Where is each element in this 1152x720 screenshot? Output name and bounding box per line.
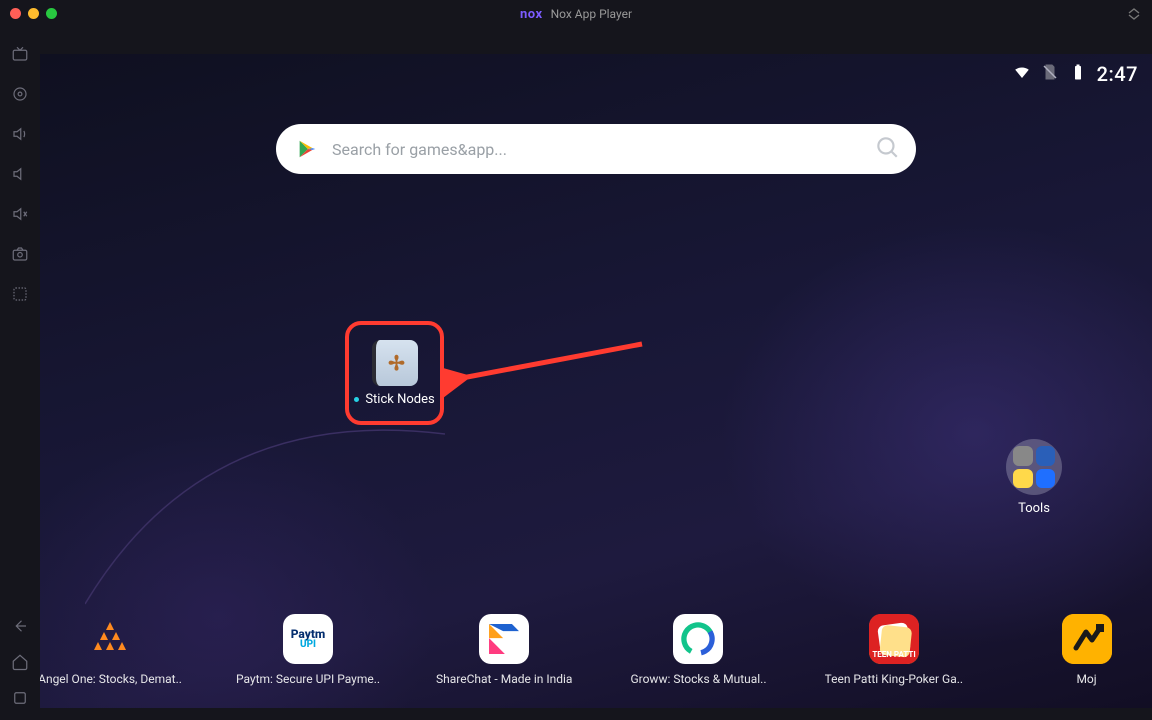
android-home-screen[interactable]: 2:47 ✢ Stick Nodes [40,54,1152,708]
dock-app-groww[interactable]: Groww: Stocks & Mutual.. [630,614,766,686]
tv-icon[interactable] [10,44,30,64]
dock-label: Groww: Stocks & Mutual.. [630,672,766,686]
minimize-window-button[interactable] [28,8,39,19]
back-icon[interactable] [10,616,30,636]
folder-label: Tools [1018,501,1050,516]
titlebar: nox Nox App Player [0,0,1152,28]
teen-patti-icon: TEEN PATTI [869,614,919,664]
moj-icon [1062,614,1112,664]
close-window-button[interactable] [10,8,21,19]
dock-app-paytm[interactable]: PaytmUPI Paytm: Secure UPI Payme.. [238,614,378,686]
nox-window: nox Nox App Player 2:47 [0,0,1152,720]
decorative-curve [85,394,445,614]
expand-icon[interactable] [1128,8,1140,23]
volume-mute-icon[interactable] [10,204,30,224]
location-icon[interactable] [10,84,30,104]
folder-icon [1006,439,1062,495]
dock-label: Paytm: Secure UPI Payme.. [236,672,380,686]
search-icon[interactable] [874,134,900,164]
nox-logo: nox [520,7,543,22]
window-controls [10,8,57,19]
volume-down-icon[interactable] [10,164,30,184]
angel-one-icon [85,614,135,664]
no-sim-icon [1041,63,1059,85]
window-title: Nox App Player [551,7,632,21]
svg-text:TEEN PATTI: TEEN PATTI [872,650,915,659]
groww-icon [673,614,723,664]
stick-nodes-icon: ✢ [372,340,418,386]
wifi-icon [1013,63,1031,85]
screenshot-icon[interactable] [10,244,30,264]
dock-label: Moj [1076,672,1096,686]
dock-label: Angel One: Stocks, Demat.. [40,672,182,686]
dock-app-sharechat[interactable]: ShareChat - Made in India [436,614,572,686]
volume-up-icon[interactable] [10,124,30,144]
maximize-window-button[interactable] [46,8,57,19]
sharechat-icon [479,614,529,664]
new-install-dot-icon [354,397,359,402]
dock-app-moj[interactable]: Moj [1021,614,1152,686]
dock-app-angel-one[interactable]: Angel One: Stocks, Demat.. [40,614,180,686]
annotation-arrow [444,338,654,398]
side-toolbar-bottom [0,616,40,708]
more-tools-icon[interactable] [10,284,30,304]
home-icon[interactable] [10,652,30,672]
dock-app-teen-patti[interactable]: TEEN PATTI Teen Patti King-Poker Ga.. [825,614,964,686]
paytm-icon: PaytmUPI [283,614,333,664]
dock-label: Teen Patti King-Poker Ga.. [825,672,964,686]
play-store-icon [296,138,318,160]
search-input[interactable] [332,140,860,159]
recents-icon[interactable] [10,688,30,708]
side-toolbar [0,28,40,720]
title-center: nox Nox App Player [520,7,632,22]
dock-label: ShareChat - Made in India [436,672,572,686]
battery-icon [1069,63,1087,85]
search-bar[interactable] [276,124,916,174]
app-dock: Angel One: Stocks, Demat.. PaytmUPI Payt… [40,614,1152,686]
app-stick-nodes-highlighted[interactable]: ✢ Stick Nodes [345,321,444,425]
status-bar: 2:47 [1013,62,1138,86]
clock: 2:47 [1097,62,1138,86]
tools-folder[interactable]: Tools [1006,439,1062,516]
app-label: Stick Nodes [365,392,434,407]
